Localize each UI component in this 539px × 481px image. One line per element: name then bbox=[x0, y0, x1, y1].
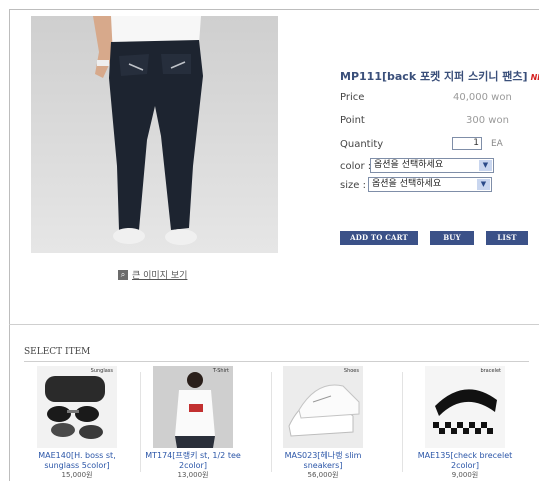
item-separator bbox=[271, 372, 272, 472]
item-separator bbox=[140, 372, 141, 472]
item-name[interactable]: MAS023[헤나랭 slim sneakers] bbox=[273, 451, 373, 471]
item-name-line: 2color] bbox=[179, 461, 207, 470]
product-title: MP111[back 포켓 지퍼 스키니 팬츠]NE bbox=[340, 68, 539, 84]
item-tag: Sunglass bbox=[90, 368, 113, 374]
add-to-cart-button[interactable]: ADD TO CART bbox=[340, 231, 418, 245]
related-item[interactable]: T-Shirt MT174[프랭키 st, 1/2 tee 2color] 13… bbox=[143, 366, 243, 480]
item-thumbnail[interactable]: T-Shirt bbox=[153, 366, 233, 448]
item-thumbnail[interactable]: bracelet bbox=[425, 366, 505, 448]
item-price: 15,000원 bbox=[61, 471, 93, 479]
point-value: 300 won bbox=[466, 115, 509, 126]
size-label: size : bbox=[340, 180, 366, 191]
price-label: Price bbox=[340, 92, 365, 103]
item-price: 56,000원 bbox=[307, 471, 339, 479]
item-tag: T-Shirt bbox=[212, 368, 229, 374]
buy-button[interactable]: BUY bbox=[430, 231, 474, 245]
chevron-down-icon: ▼ bbox=[479, 160, 492, 171]
item-name[interactable]: MT174[프랭키 st, 1/2 tee 2color] bbox=[143, 451, 243, 471]
item-name-line: sneakers] bbox=[303, 461, 343, 470]
list-button[interactable]: LIST bbox=[486, 231, 528, 245]
select-item-title: SELECT ITEM bbox=[24, 347, 91, 357]
related-item[interactable]: Shoes MAS023[헤나랭 slim sneakers] 56,000원 bbox=[273, 366, 373, 480]
item-name-line: sunglass 5color] bbox=[44, 461, 110, 470]
quantity-input[interactable]: 1 bbox=[452, 137, 482, 150]
section-divider bbox=[9, 324, 539, 325]
item-name-line: MT174[프랭키 st, 1/2 tee bbox=[145, 451, 241, 460]
price-value: 40,000 won bbox=[453, 92, 512, 103]
new-badge: NE bbox=[530, 73, 539, 82]
point-label: Point bbox=[340, 115, 365, 126]
item-name-line: MAE135[check brecelet bbox=[417, 451, 513, 460]
magnifier-icon: ⌕ bbox=[118, 269, 128, 280]
product-title-text: MP111[back 포켓 지퍼 스키니 팬츠] bbox=[340, 70, 528, 83]
quantity-unit: EA bbox=[491, 139, 503, 149]
product-image[interactable] bbox=[31, 16, 278, 253]
item-name-line: MAS023[헤나랭 slim bbox=[284, 451, 362, 460]
related-item[interactable]: Sunglass MAE140[H. boss st, sunglass 5co… bbox=[27, 366, 127, 480]
color-select-value: 옵션을 선택하세요 bbox=[374, 160, 444, 170]
item-separator bbox=[402, 372, 403, 472]
color-label: color : bbox=[340, 161, 372, 172]
item-name[interactable]: MAE135[check brecelet 2color] bbox=[415, 451, 515, 471]
item-name-line: 2color] bbox=[451, 461, 479, 470]
size-select[interactable]: 옵션을 선택하세요 ▼ bbox=[368, 177, 492, 192]
quantity-label: Quantity bbox=[340, 139, 384, 150]
item-name[interactable]: MAE140[H. boss st, sunglass 5color] bbox=[27, 451, 127, 471]
item-name-line: MAE140[H. boss st, bbox=[38, 451, 116, 460]
chevron-down-icon: ▼ bbox=[477, 179, 490, 190]
item-price: 9,000원 bbox=[451, 471, 479, 479]
item-tag: bracelet bbox=[480, 368, 501, 374]
item-price: 13,000원 bbox=[177, 471, 209, 479]
size-select-value: 옵션을 선택하세요 bbox=[372, 179, 442, 189]
zoom-link[interactable]: ⌕ 큰 이미지 보기 bbox=[118, 268, 187, 281]
item-thumbnail[interactable]: Sunglass bbox=[37, 366, 117, 448]
select-item-divider bbox=[24, 361, 529, 362]
zoom-label: 큰 이미지 보기 bbox=[132, 271, 188, 281]
item-thumbnail[interactable]: Shoes bbox=[283, 366, 363, 448]
color-select[interactable]: 옵션을 선택하세요 ▼ bbox=[370, 158, 494, 173]
related-item[interactable]: bracelet MAE135[check brecelet 2color] 9… bbox=[415, 366, 515, 480]
item-tag: Shoes bbox=[343, 368, 359, 374]
